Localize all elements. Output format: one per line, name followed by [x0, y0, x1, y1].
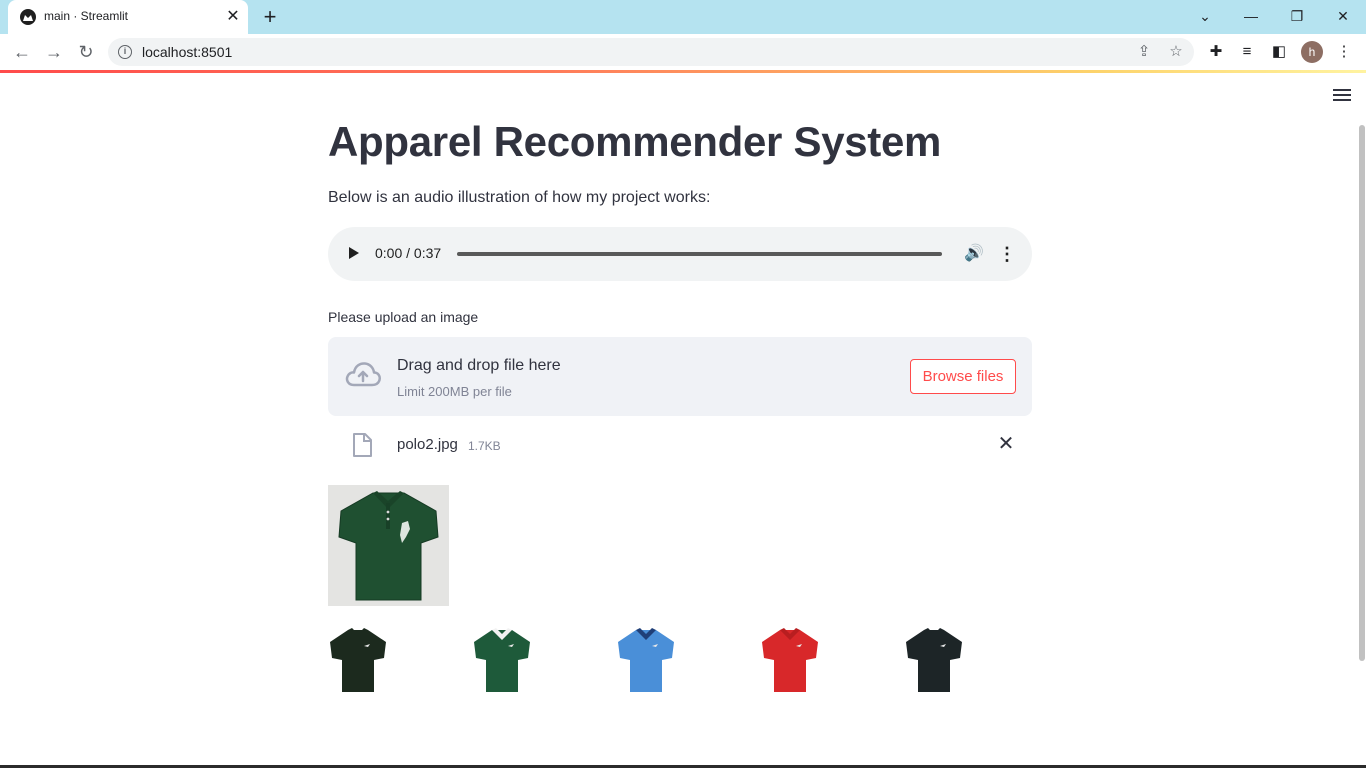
browser-tab-strip: main · Streamlit ✕ + ⌄ — ❐ ✕ [0, 0, 1366, 34]
uploaded-file-name: polo2.jpg [397, 436, 458, 453]
tab-close-icon[interactable]: ✕ [224, 8, 242, 26]
page-title: Apparel Recommender System [328, 118, 942, 165]
media-controls-icon[interactable]: ≡ [1236, 41, 1258, 63]
recommendation-4 [758, 624, 822, 696]
audio-player: 0:00 / 0:37 🔊 ⋮ [328, 227, 1032, 281]
forward-button[interactable]: → [42, 41, 66, 63]
profile-avatar[interactable]: h [1301, 41, 1323, 63]
cloud-upload-icon [344, 359, 382, 394]
uploaded-file-size: 1.7KB [468, 439, 501, 453]
recommendation-5 [902, 624, 966, 696]
file-size-limit: Limit 200MB per file [397, 384, 512, 399]
audio-more-options-icon[interactable]: ⋮ [998, 243, 1016, 265]
uploaded-file-row: polo2.jpg 1.7KB ✕ [328, 425, 1032, 465]
address-bar[interactable]: i localhost:8501 ⇪ ☆ [108, 38, 1194, 66]
volume-icon[interactable]: 🔊 [964, 243, 984, 265]
streamlit-decoration-bar [0, 70, 1366, 73]
upload-label: Please upload an image [328, 309, 479, 325]
browse-files-button[interactable]: Browse files [910, 359, 1016, 394]
recommendation-3 [614, 624, 678, 696]
side-panel-icon[interactable]: ◧ [1268, 41, 1290, 63]
site-info-icon[interactable]: i [118, 45, 132, 59]
hamburger-menu-icon[interactable] [1333, 89, 1351, 103]
bookmark-star-icon[interactable]: ☆ [1166, 42, 1186, 62]
intro-text: Below is an audio illustration of how my… [328, 189, 711, 206]
reload-button[interactable]: ↻ [74, 41, 98, 63]
streamlit-favicon-icon [20, 9, 36, 25]
restore-button[interactable]: ❐ [1285, 6, 1309, 26]
scrollbar[interactable] [1359, 125, 1365, 661]
uploaded-image [328, 485, 449, 606]
file-icon [352, 433, 372, 462]
audio-progress-bar[interactable] [457, 252, 942, 256]
minimize-button[interactable]: — [1239, 6, 1263, 26]
drop-instruction: Drag and drop file here [397, 357, 561, 374]
extensions-icon[interactable]: ✚ [1205, 41, 1227, 63]
recommendation-2 [470, 624, 534, 696]
browser-toolbar: ← → ↻ i localhost:8501 ⇪ ☆ ✚ ≡ ◧ h ⋮ [0, 34, 1366, 70]
audio-time: 0:00 / 0:37 [375, 245, 442, 261]
browser-tab[interactable]: main · Streamlit ✕ [8, 0, 248, 34]
close-window-button[interactable]: ✕ [1331, 6, 1355, 26]
new-tab-button[interactable]: + [259, 6, 281, 28]
url-text[interactable]: localhost:8501 [142, 44, 232, 60]
play-icon[interactable] [349, 247, 359, 259]
share-icon[interactable]: ⇪ [1134, 42, 1154, 62]
tab-title: main · Streamlit [44, 9, 129, 23]
remove-file-icon[interactable]: ✕ [996, 433, 1016, 455]
file-dropzone[interactable]: Drag and drop file here Limit 200MB per … [328, 337, 1032, 416]
browser-menu-icon[interactable]: ⋮ [1333, 41, 1355, 63]
tab-search-icon[interactable]: ⌄ [1193, 6, 1217, 26]
back-button[interactable]: ← [10, 41, 34, 63]
recommendation-1 [326, 624, 390, 696]
